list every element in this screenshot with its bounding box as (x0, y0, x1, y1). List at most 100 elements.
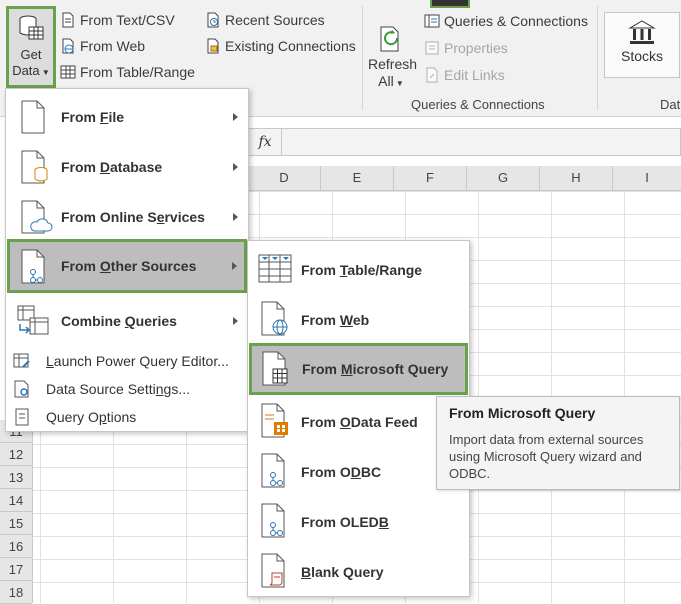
access-key: O (339, 414, 351, 430)
stocks-button[interactable]: Stocks (604, 12, 680, 78)
menu-label: ueries (135, 313, 177, 329)
refresh-icon (380, 26, 399, 52)
tooltip-description: Import data from external sources using … (449, 432, 644, 481)
menu-label: able/Range (347, 262, 423, 278)
queries-connections-button[interactable]: Queries & Connections (424, 13, 588, 29)
menu-label: gs... (163, 381, 190, 397)
column-header-g[interactable]: G (467, 166, 540, 190)
menu-label: From (61, 159, 100, 175)
refresh-all-button[interactable]: Refresh All ▼ (368, 26, 418, 92)
row-header[interactable]: 18 (0, 581, 32, 604)
access-key: L (46, 353, 54, 369)
submenu-item-from-microsoft-query[interactable]: From Microsoft Query (249, 343, 468, 395)
web-file-icon (62, 38, 74, 54)
column-header-f[interactable]: F (394, 166, 467, 190)
access-key: W (339, 312, 353, 328)
menu-label: From (61, 109, 100, 125)
menu-label: BC (360, 464, 382, 480)
submenu-arrow-icon (232, 262, 237, 270)
menu-item-from-other-sources[interactable]: From Other Sources (7, 239, 247, 293)
file-icon (21, 100, 45, 134)
column-header-i[interactable]: I (613, 166, 681, 190)
from-web-label: From Web (80, 38, 146, 54)
formula-bar[interactable]: fx (248, 128, 681, 156)
existing-connections-icon (207, 38, 219, 54)
database-table-icon (19, 15, 44, 40)
menu-label: Query O (46, 409, 99, 425)
menu-label: From Online S (61, 209, 157, 225)
row-headers: 11 12 13 14 15 16 17 18 (0, 420, 33, 604)
edit-links-label: Edit Links (444, 67, 505, 83)
access-key: D (350, 464, 361, 480)
get-data-button[interactable]: Get Data ▼ (6, 6, 56, 88)
menu-item-launch-power-query-editor[interactable]: Launch Power Query Editor... (6, 347, 248, 375)
row-header[interactable]: 14 (0, 489, 32, 512)
edit-links-button[interactable]: Edit Links (424, 67, 505, 83)
insert-function-icon[interactable]: fx (249, 129, 282, 155)
query-options-icon (15, 408, 29, 426)
group-label-data-types: Dat (660, 97, 681, 112)
ribbon-separator (597, 6, 598, 110)
existing-connections-button[interactable]: Existing Connections (205, 38, 356, 54)
menu-item-from-file[interactable]: From File (6, 97, 248, 137)
bank-building-icon (628, 20, 656, 44)
stocks-label: Stocks (620, 48, 663, 64)
column-header-d[interactable]: D (248, 166, 321, 190)
access-key: B (378, 514, 389, 530)
table-range-icon (258, 254, 292, 283)
column-headers: D E F G H I (248, 166, 681, 191)
row-header[interactable]: 17 (0, 558, 32, 581)
menu-item-data-source-settings[interactable]: Data Source Settings... (6, 375, 248, 403)
row-header[interactable]: 16 (0, 535, 32, 558)
refresh-all-label-1: Refresh (368, 56, 418, 72)
submenu-item-blank-query[interactable]: Blank Query (248, 549, 469, 595)
dropdown-caret-icon: ▼ (393, 79, 404, 88)
properties-label: Properties (444, 40, 508, 56)
from-web-button[interactable]: From Web (60, 38, 145, 54)
menu-label: lank Query (311, 564, 384, 580)
access-key: p (98, 409, 107, 425)
cloud-file-icon (21, 200, 53, 234)
access-key: O (99, 258, 111, 274)
menu-label: tions (106, 409, 137, 425)
column-header-e[interactable]: E (321, 166, 394, 190)
properties-button[interactable]: Properties (424, 40, 508, 56)
access-key: M (340, 361, 353, 377)
access-key: B (301, 564, 312, 580)
menu-label: eb (352, 312, 370, 328)
from-text-csv-button[interactable]: From Text/CSV (60, 12, 175, 28)
web-globe-icon (261, 301, 288, 336)
submenu-item-from-table-range[interactable]: From Table/Range (248, 247, 469, 293)
submenu-arrow-icon (233, 163, 238, 171)
data-source-settings-icon (14, 380, 29, 398)
submenu-item-from-web[interactable]: From Web (248, 297, 469, 343)
menu-item-combine-queries[interactable]: Combine Queries (6, 301, 248, 341)
menu-label: rvices (164, 209, 205, 225)
row-header[interactable]: 13 (0, 466, 32, 489)
oledb-connection-icon (261, 503, 285, 538)
menu-item-query-options[interactable]: Query Options (6, 403, 248, 431)
access-key: n (155, 381, 164, 397)
from-table-range-button[interactable]: From Table/Range (60, 64, 195, 80)
recent-sources-button[interactable]: Recent Sources (205, 12, 325, 28)
column-header-h[interactable]: H (540, 166, 613, 190)
submenu-item-from-oledb[interactable]: From OLEDB (248, 499, 469, 545)
existing-connections-label: Existing Connections (225, 38, 356, 54)
get-data-menu: From File From Database From Online Serv… (5, 88, 249, 432)
menu-item-from-database[interactable]: From Database (6, 147, 248, 187)
menu-item-from-online-services[interactable]: From Online Services (6, 197, 248, 237)
tooltip: From Microsoft Query Import data from ex… (436, 396, 680, 490)
menu-label: From (301, 262, 340, 278)
row-header[interactable]: 15 (0, 512, 32, 535)
submenu-arrow-icon (233, 317, 238, 325)
get-data-label-2: Data (12, 63, 40, 78)
from-text-csv-label: From Text/CSV (80, 12, 175, 28)
menu-label: Data Feed (350, 414, 418, 430)
menu-label: Data Source Setti (46, 381, 156, 397)
queries-connections-label: Queries & Connections (444, 13, 588, 29)
menu-label: ther Sources (110, 258, 197, 274)
row-header[interactable]: 12 (0, 443, 32, 466)
menu-label: From (301, 312, 340, 328)
recent-sources-label: Recent Sources (225, 12, 325, 28)
menu-label: ile (108, 109, 125, 125)
